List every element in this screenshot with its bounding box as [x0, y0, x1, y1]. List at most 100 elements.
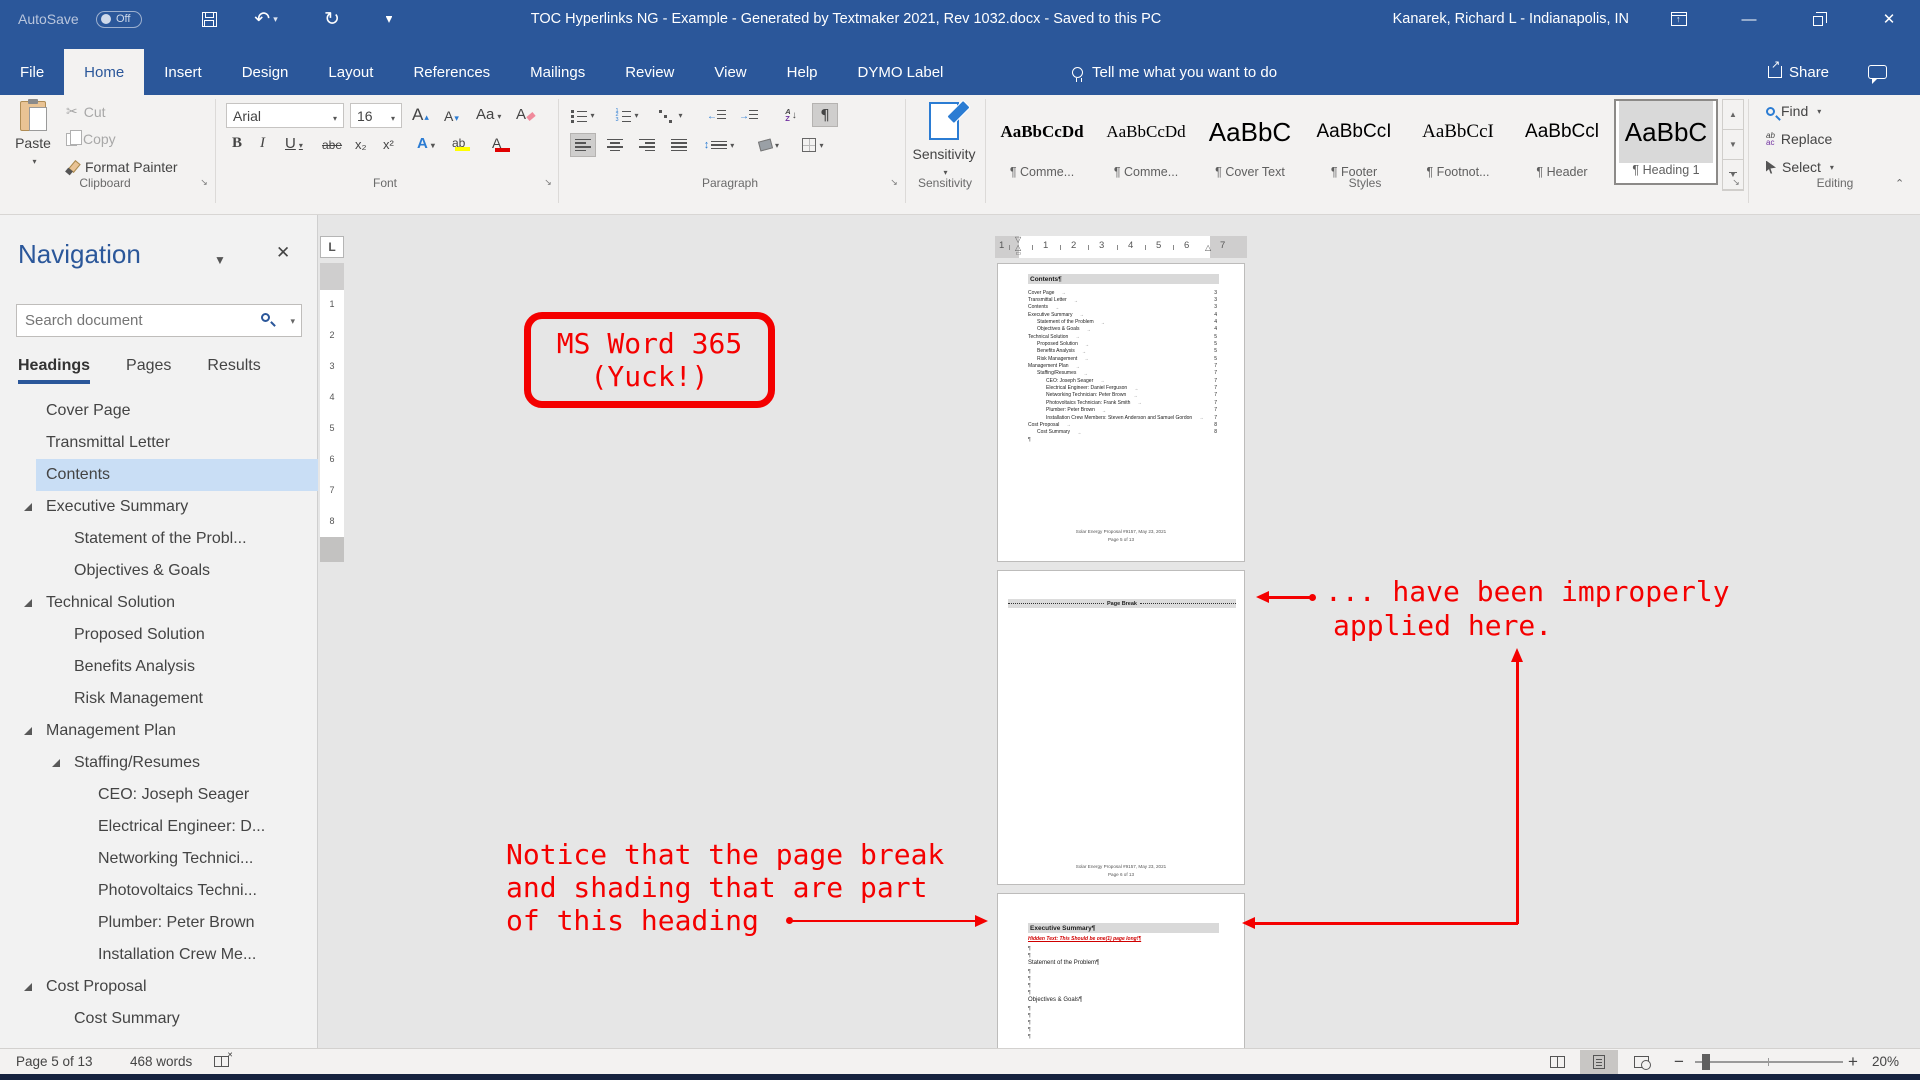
heading-item-transmittal-letter[interactable]: Transmittal Letter	[0, 427, 318, 459]
style-footnote[interactable]: AaBbCcI¶ Footnot...	[1406, 99, 1510, 185]
tell-me-box[interactable]: Tell me what you want to do	[1072, 49, 1277, 95]
clear-formatting-button[interactable]: A	[516, 106, 535, 123]
heading-item-objectives-goals[interactable]: Objectives & Goals	[0, 555, 318, 587]
zoom-in-button[interactable]: +	[1848, 1049, 1858, 1074]
tab-file[interactable]: File	[0, 49, 64, 95]
font-dialog-launcher[interactable]: ↘	[542, 176, 554, 188]
style-comment-2[interactable]: AaBbCcDd¶ Comme...	[1094, 99, 1198, 185]
select-button[interactable]: Select	[1766, 159, 1834, 175]
page-indicator[interactable]: Page 5 of 13	[16, 1049, 93, 1074]
proofing-errors-button[interactable]	[214, 1049, 229, 1074]
find-button[interactable]: Find	[1766, 103, 1821, 119]
page-thumbnail-7[interactable]: Executive Summary¶ Hidden Text: This Sho…	[997, 893, 1245, 1048]
tab-stop-selector[interactable]: L	[320, 236, 344, 258]
heading-item-installation-crew[interactable]: Installation Crew Me...	[0, 939, 318, 971]
minimize-button[interactable]: —	[1726, 0, 1772, 38]
shading-button[interactable]	[756, 133, 782, 157]
heading-item-cost-proposal[interactable]: Cost Proposal	[0, 971, 318, 1003]
search-icon[interactable]	[261, 313, 270, 322]
ribbon-display-options-button[interactable]	[1656, 0, 1702, 38]
tab-layout[interactable]: Layout	[308, 49, 393, 95]
heading-item-management-plan[interactable]: Management Plan	[0, 715, 318, 747]
tab-design[interactable]: Design	[222, 49, 309, 95]
collapse-triangle-icon[interactable]	[24, 983, 32, 991]
print-layout-button[interactable]	[1580, 1050, 1618, 1074]
heading-item-cost-summary[interactable]: Cost Summary	[0, 1003, 318, 1035]
heading-item-proposed-solution[interactable]: Proposed Solution	[0, 619, 318, 651]
replace-button[interactable]: abacReplace	[1766, 131, 1832, 147]
heading-item-photovoltaics-technician[interactable]: Photovoltaics Techni...	[0, 875, 318, 907]
word-count[interactable]: 468 words	[130, 1049, 192, 1074]
italic-button[interactable]: I	[260, 135, 265, 152]
share-button[interactable]: Share	[1768, 49, 1829, 95]
superscript-button[interactable]: x²	[383, 137, 394, 152]
collapse-triangle-icon[interactable]	[24, 599, 32, 607]
zoom-level[interactable]: 20%	[1872, 1049, 1899, 1074]
collapse-triangle-icon[interactable]	[24, 727, 32, 735]
tab-help[interactable]: Help	[767, 49, 838, 95]
cut-button[interactable]: ✂Cut	[66, 103, 106, 120]
tab-insert[interactable]: Insert	[144, 49, 222, 95]
zoom-slider-thumb[interactable]	[1702, 1054, 1710, 1070]
horizontal-ruler[interactable]: 1 ▽ △ ▭ 1 2 3 4 5 6 △ 7	[995, 236, 1247, 258]
subscript-button[interactable]: x₂	[355, 137, 367, 152]
zoom-out-button[interactable]: −	[1674, 1049, 1684, 1074]
grow-font-button[interactable]: A	[412, 105, 429, 125]
paste-dropdown[interactable]	[29, 151, 36, 167]
change-case-button[interactable]: Aa	[476, 106, 501, 123]
borders-button[interactable]	[800, 133, 826, 157]
page-thumbnail-5[interactable]: Contents¶ Cover Page→3 Transmittal Lette…	[997, 263, 1245, 562]
web-layout-button[interactable]	[1622, 1050, 1660, 1074]
heading-item-ceo[interactable]: CEO: Joseph Seager	[0, 779, 318, 811]
heading-item-technical-solution[interactable]: Technical Solution	[0, 587, 318, 619]
underline-button[interactable]: U	[285, 135, 303, 152]
heading-item-contents[interactable]: Contents	[0, 459, 318, 491]
tab-dymo-label[interactable]: DYMO Label	[838, 49, 964, 95]
paste-button[interactable]: Paste	[8, 101, 58, 173]
align-left-button[interactable]	[570, 133, 596, 157]
heading-item-benefits-analysis[interactable]: Benefits Analysis	[0, 651, 318, 683]
styles-scroll-up-button[interactable]: ▲	[1723, 100, 1743, 130]
heading-item-statement-of-problem[interactable]: Statement of the Probl...	[0, 523, 318, 555]
navigation-close-button[interactable]: ✕	[276, 243, 290, 263]
tab-home[interactable]: Home	[64, 49, 144, 95]
numbering-button[interactable]	[614, 103, 640, 127]
styles-scroll-down-button[interactable]: ▼	[1723, 130, 1743, 160]
style-heading-1[interactable]: AaBbC¶ Heading 1	[1614, 99, 1718, 185]
tab-results[interactable]: Results	[207, 357, 260, 384]
align-center-button[interactable]	[602, 133, 628, 157]
tab-headings[interactable]: Headings	[18, 357, 90, 384]
heading-item-staffing-resumes[interactable]: Staffing/Resumes	[0, 747, 318, 779]
search-input[interactable]	[25, 305, 255, 336]
redo-button[interactable]: ↻	[315, 0, 349, 38]
strikethrough-button[interactable]: abe	[322, 138, 342, 152]
increase-indent-button[interactable]	[736, 103, 762, 127]
read-mode-button[interactable]	[1538, 1050, 1576, 1074]
styles-dialog-launcher[interactable]: ↘	[1730, 176, 1742, 188]
close-button[interactable]: ✕	[1866, 0, 1912, 38]
zoom-slider-track[interactable]	[1695, 1061, 1843, 1063]
text-effects-button[interactable]: A	[417, 135, 435, 152]
clipboard-dialog-launcher[interactable]: ↘	[198, 176, 210, 188]
heading-item-executive-summary[interactable]: Executive Summary	[0, 491, 318, 523]
quick-access-customize-button[interactable]: ▾	[372, 0, 406, 38]
justify-button[interactable]	[666, 133, 692, 157]
tab-view[interactable]: View	[694, 49, 766, 95]
highlight-color-button[interactable]: ab	[452, 136, 465, 150]
vertical-ruler[interactable]: 1 2 3 4 5 6 7 8	[320, 263, 344, 562]
page-thumbnail-6[interactable]: Page Break Solar Energy Proposal #9157, …	[997, 570, 1245, 885]
tab-review[interactable]: Review	[605, 49, 694, 95]
bullets-button[interactable]	[570, 103, 596, 127]
heading-item-risk-management[interactable]: Risk Management	[0, 683, 318, 715]
search-dropdown[interactable]: ▾	[290, 316, 295, 327]
tab-mailings[interactable]: Mailings	[510, 49, 605, 95]
heading-item-plumber[interactable]: Plumber: Peter Brown	[0, 907, 318, 939]
save-button[interactable]	[192, 0, 226, 38]
style-cover-text[interactable]: AaBbC¶ Cover Text	[1198, 99, 1302, 185]
left-indent-marker[interactable]: ▭	[1016, 251, 1022, 257]
right-indent-marker[interactable]: △	[1205, 245, 1211, 251]
navigation-options-dropdown[interactable]: ▼	[214, 253, 226, 267]
font-color-button[interactable]: A	[492, 135, 501, 151]
heading-item-cover-page[interactable]: Cover Page	[0, 395, 318, 427]
heading-item-electrical-engineer[interactable]: Electrical Engineer: D...	[0, 811, 318, 843]
